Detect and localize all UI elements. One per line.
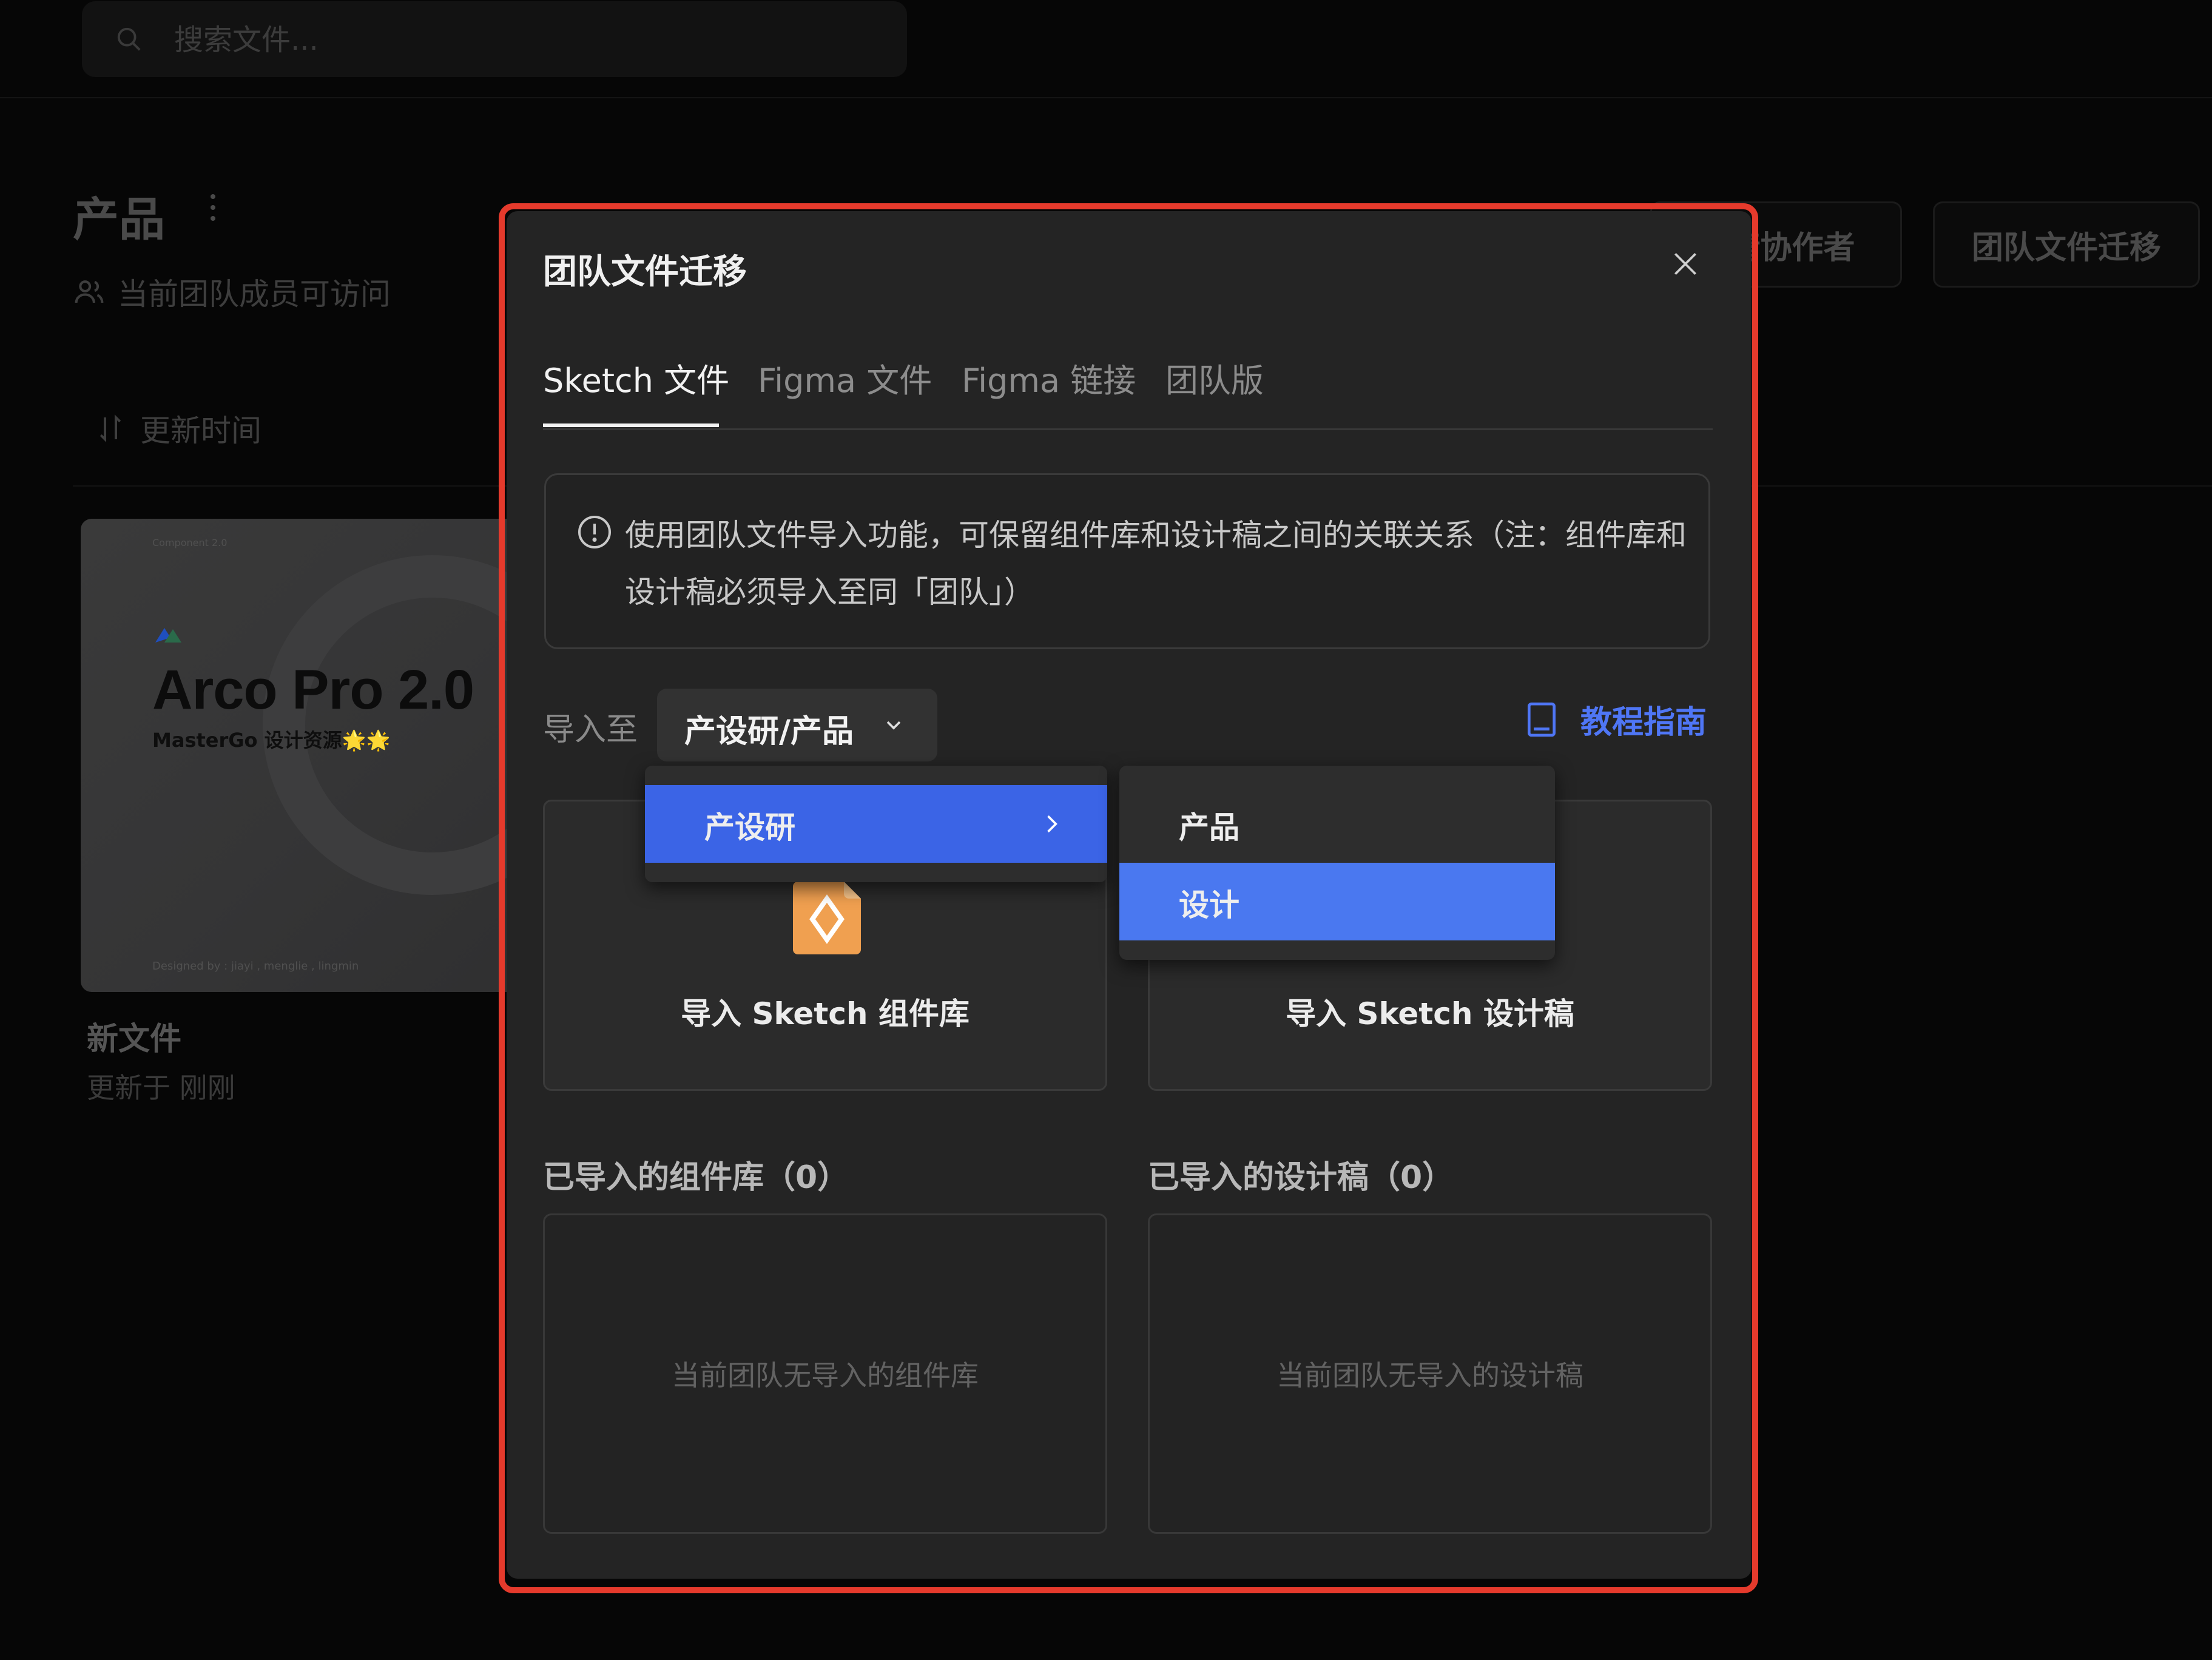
thumbnail-subtitle: MasterGo 设计资源🌟🌟: [152, 729, 391, 752]
team-icon: [75, 280, 104, 303]
sort-control[interactable]: 更新时间: [94, 407, 261, 450]
annotation-highlight-frame: [499, 203, 1758, 1593]
file-updated: 更新于 刚刚: [87, 1071, 235, 1104]
file-name[interactable]: 新文件: [87, 1013, 181, 1059]
file-thumbnail[interactable]: Component 2.0 Arco Pro 2.0 MasterGo 设计资源…: [81, 519, 542, 992]
thumbnail-title: Arco Pro 2.0: [152, 659, 474, 721]
thumbnail-tag: Component 2.0: [152, 537, 228, 548]
top-bar: [0, 0, 2212, 98]
access-text: 当前团队成员可访问: [118, 277, 391, 312]
team-migrate-button[interactable]: 团队文件迁移: [1933, 201, 2200, 288]
team-migrate-label: 团队文件迁移: [1971, 229, 2161, 266]
arco-logo-icon: [155, 628, 181, 643]
search-box[interactable]: [82, 1, 907, 78]
more-icon[interactable]: [204, 194, 222, 237]
access-info: 当前团队成员可访问: [73, 270, 391, 314]
thumbnail-credits: Designed by : jiayi , menglie , lingmin: [152, 960, 359, 973]
search-input[interactable]: [173, 1, 873, 78]
search-icon: [117, 27, 141, 51]
project-title: 产品: [73, 192, 165, 246]
sort-icon: [99, 414, 121, 442]
sort-label: 更新时间: [140, 413, 261, 448]
